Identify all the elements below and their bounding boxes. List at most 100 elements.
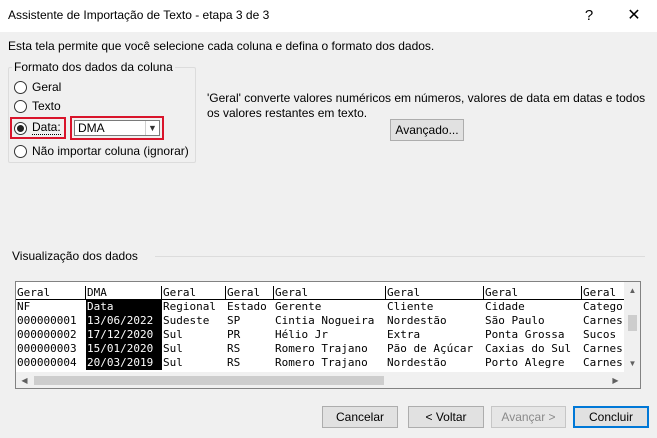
radio-checked-icon[interactable] xyxy=(14,121,27,135)
radio-circle-icon[interactable] xyxy=(14,99,27,113)
radio-data-label: Data: xyxy=(32,120,61,135)
preview-cell[interactable]: PR xyxy=(226,328,274,342)
preview-cell[interactable]: Estado xyxy=(226,300,274,314)
preview-data-row[interactable]: 000000003 15/01/2020 Sul RS Romero Trajano Pã… xyxy=(16,342,624,356)
preview-cell[interactable]: Sul xyxy=(162,328,226,342)
preview-cell[interactable]: Data xyxy=(86,300,162,314)
preview-data-row[interactable]: 000000004 20/03/2019 Sul RS Romero Trajano No… xyxy=(16,356,624,370)
preview-column-format[interactable]: Geral xyxy=(274,286,386,300)
column-separator xyxy=(483,286,484,300)
preview-column-format[interactable]: Geral xyxy=(162,286,226,300)
preview-column-format[interactable]: Geral xyxy=(226,286,274,300)
radio-texto[interactable]: Texto xyxy=(14,98,61,114)
date-format-select[interactable]: DMA ▼ xyxy=(74,120,160,136)
preview-cell[interactable]: SP xyxy=(226,314,274,328)
preview-header-row[interactable]: Geral DMA Geral Geral Geral Geral Geral Geral xyxy=(16,286,624,300)
preview-cell[interactable]: Cintia Nogueira xyxy=(274,314,386,328)
preview-cell[interactable]: Hélio Jr xyxy=(274,328,386,342)
preview-cell[interactable]: Cliente xyxy=(386,300,484,314)
column-separator xyxy=(161,286,162,300)
column-separator xyxy=(85,286,86,300)
preview-cell[interactable]: 13/06/2022 xyxy=(86,314,162,328)
format-group-legend: Formato dos dados da coluna xyxy=(12,60,175,74)
radio-circle-icon[interactable] xyxy=(14,80,27,94)
preview-cell[interactable]: Romero Trajano xyxy=(274,356,386,370)
finish-button[interactable]: Concluir xyxy=(573,406,649,428)
column-separator xyxy=(225,286,226,300)
preview-cell[interactable]: NF xyxy=(16,300,86,314)
preview-cell[interactable]: Pão de Açúcar xyxy=(386,342,484,356)
preview-cell[interactable]: 15/01/2020 xyxy=(86,342,162,356)
radio-texto-label: Texto xyxy=(32,99,61,113)
radio-circle-icon[interactable] xyxy=(14,144,27,158)
column-separator xyxy=(385,286,386,300)
preview-cell[interactable]: 17/12/2020 xyxy=(86,328,162,342)
scroll-up-icon[interactable]: ▲ xyxy=(624,282,640,299)
preview-cell[interactable]: Porto Alegre xyxy=(484,356,582,370)
preview-cell[interactable]: Sucos xyxy=(582,328,624,342)
scroll-left-icon[interactable]: ◀ xyxy=(16,372,33,388)
preview-cell[interactable]: 000000003 xyxy=(16,342,86,356)
help-icon[interactable]: ? xyxy=(566,0,612,32)
cancel-button[interactable]: Cancelar xyxy=(322,406,398,428)
format-info-text: 'Geral' converte valores numéricos em nú… xyxy=(207,91,646,120)
preview-cell[interactable]: Sudeste xyxy=(162,314,226,328)
preview-cell[interactable]: Nordestão xyxy=(386,356,484,370)
radio-geral-label: Geral xyxy=(32,80,62,94)
step-description: Esta tela permite que você selecione cad… xyxy=(8,39,435,53)
horizontal-scroll-thumb[interactable] xyxy=(34,376,384,385)
preview-cell[interactable]: Sul xyxy=(162,356,226,370)
preview-column-format[interactable]: Geral xyxy=(484,286,582,300)
preview-cell[interactable]: 000000004 xyxy=(16,356,86,370)
preview-cell[interactable]: Caxias do Sul xyxy=(484,342,582,356)
preview-cell[interactable]: Carnes xyxy=(582,314,624,328)
date-format-value: DMA xyxy=(78,121,105,135)
preview-cell[interactable]: RS xyxy=(226,342,274,356)
preview-cell[interactable]: São Paulo xyxy=(484,314,582,328)
preview-cell[interactable]: Gerente xyxy=(274,300,386,314)
preview-column-format[interactable]: DMA xyxy=(86,286,162,300)
data-preview[interactable]: Geral DMA Geral Geral Geral Geral Geral Geral NF… xyxy=(15,281,641,389)
horizontal-scrollbar[interactable]: ◀ ▶ xyxy=(16,372,624,388)
preview-cell[interactable]: Romero Trajano xyxy=(274,342,386,356)
preview-cell[interactable]: Carnes xyxy=(582,356,624,370)
preview-cell[interactable]: 000000001 xyxy=(16,314,86,328)
scrollbar-corner xyxy=(624,372,640,388)
preview-column-format[interactable]: Geral xyxy=(386,286,484,300)
column-separator xyxy=(581,286,582,300)
preview-cell[interactable]: Ponta Grossa xyxy=(484,328,582,342)
radio-geral[interactable]: Geral xyxy=(14,79,61,95)
radio-ignore[interactable]: Não importar coluna (ignorar) xyxy=(14,143,189,159)
preview-cell[interactable]: Cidade xyxy=(484,300,582,314)
preview-column-format[interactable]: Geral xyxy=(582,286,624,300)
radio-ignore-label: Não importar coluna (ignorar) xyxy=(32,144,189,158)
preview-grid[interactable]: Geral DMA Geral Geral Geral Geral Geral Geral NF… xyxy=(16,282,624,372)
back-button[interactable]: < Voltar xyxy=(408,406,484,428)
preview-column-format[interactable]: Geral xyxy=(16,286,86,300)
preview-data-row[interactable]: 000000001 13/06/2022 Sudeste SP Cintia Nogue… xyxy=(16,314,624,328)
preview-data-row[interactable]: NF Data Regional Estado Gerente Cliente Cidade… xyxy=(16,300,624,314)
next-button: Avançar > xyxy=(491,406,566,428)
preview-cell[interactable]: RS xyxy=(226,356,274,370)
scroll-down-icon[interactable]: ▼ xyxy=(624,355,640,372)
close-icon[interactable]: ✕ xyxy=(611,0,657,32)
chevron-down-icon[interactable]: ▼ xyxy=(145,121,159,135)
window-title: Assistente de Importação de Texto - etap… xyxy=(8,8,270,22)
preview-data-row[interactable]: 000000002 17/12/2020 Sul PR Hélio Jr Extra Pon… xyxy=(16,328,624,342)
preview-cell[interactable]: Regional xyxy=(162,300,226,314)
preview-cell[interactable]: Nordestão xyxy=(386,314,484,328)
scroll-right-icon[interactable]: ▶ xyxy=(607,372,624,388)
preview-cell[interactable]: Catego xyxy=(582,300,624,314)
preview-cell[interactable]: 000000002 xyxy=(16,328,86,342)
preview-cell[interactable]: Sul xyxy=(162,342,226,356)
preview-cell[interactable]: 20/03/2019 xyxy=(86,356,162,370)
column-separator xyxy=(273,286,274,300)
preview-cell[interactable]: Carnes xyxy=(582,342,624,356)
vertical-scroll-thumb[interactable] xyxy=(628,315,637,331)
preview-label: Visualização dos dados xyxy=(12,249,138,263)
vertical-scrollbar[interactable]: ▲ ▼ xyxy=(624,282,640,372)
preview-divider xyxy=(155,256,645,257)
radio-data[interactable]: Data: xyxy=(14,120,61,136)
preview-cell[interactable]: Extra xyxy=(386,328,484,342)
advanced-button[interactable]: Avançado... xyxy=(390,119,464,141)
